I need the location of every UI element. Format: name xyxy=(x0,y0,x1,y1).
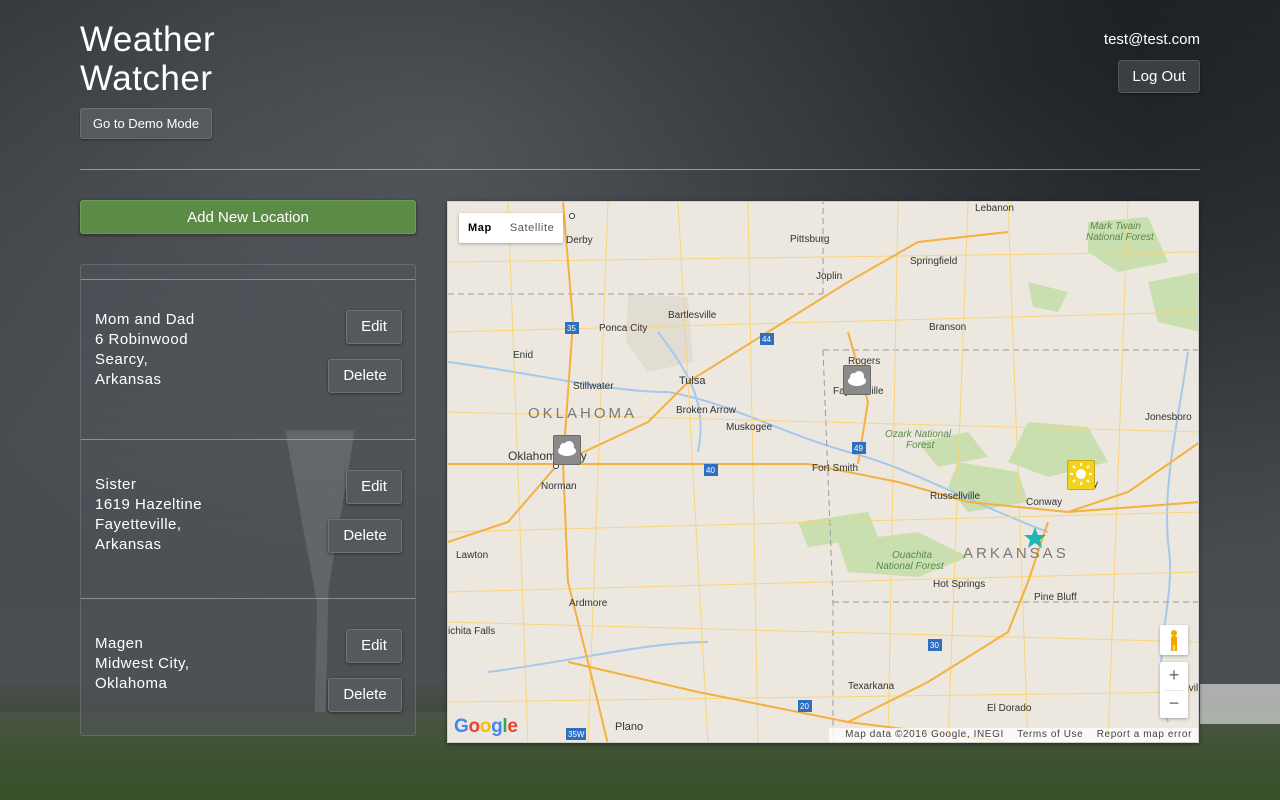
shield-20: 20 xyxy=(800,702,809,711)
svg-text:Pine Bluff: Pine Bluff xyxy=(1034,592,1077,603)
zoom-divider xyxy=(1165,690,1183,691)
location-state: Oklahoma xyxy=(95,675,168,692)
svg-text:El Dorado: El Dorado xyxy=(987,703,1032,714)
zoom-in-button[interactable]: + xyxy=(1160,662,1188,690)
app-title-line1: Weather xyxy=(80,20,216,59)
weather-marker-mom-and-dad[interactable] xyxy=(1067,460,1095,490)
highway-shields: 35 44 40 49 30 20 35W xyxy=(565,322,942,740)
svg-text:Forest: Forest xyxy=(906,440,936,451)
location-name: Mom and Dad xyxy=(95,311,195,328)
demo-mode-button[interactable]: Go to Demo Mode xyxy=(80,108,212,139)
location-item: Mom and Dad 6 Robinwood Searcy, Arkansas… xyxy=(81,280,415,439)
locations-list: Mom and Dad 6 Robinwood Searcy, Arkansas… xyxy=(80,264,416,736)
user-email: test@test.com xyxy=(1103,31,1200,48)
svg-text:Hot Springs: Hot Springs xyxy=(933,579,985,590)
edit-location-button[interactable]: Edit xyxy=(346,310,402,344)
svg-text:Pittsburg: Pittsburg xyxy=(790,234,829,245)
location-item: Magen Midwest City, Oklahoma Edit Delete xyxy=(81,598,415,735)
delete-location-button[interactable]: Delete xyxy=(328,678,402,712)
google-logo[interactable]: Google xyxy=(454,716,518,738)
svg-text:Russellville: Russellville xyxy=(930,491,980,502)
location-name: Sister xyxy=(95,476,137,493)
delete-location-button[interactable]: Delete xyxy=(328,519,402,553)
shield-40: 40 xyxy=(706,466,715,475)
forest-areas xyxy=(798,217,1198,577)
svg-text:Mark Twain: Mark Twain xyxy=(1090,221,1141,232)
svg-text:Bartlesville: Bartlesville xyxy=(668,310,717,321)
state-label-oklahoma: OKLAHOMA xyxy=(528,405,637,422)
svg-text:Ozark National: Ozark National xyxy=(885,429,952,440)
svg-text:Texarkana: Texarkana xyxy=(848,681,895,692)
svg-text:Broken Arrow: Broken Arrow xyxy=(676,405,737,416)
svg-text:Conway: Conway xyxy=(1026,497,1062,508)
svg-text:National Forest: National Forest xyxy=(876,561,945,572)
location-street: 1619 Hazeltine xyxy=(95,496,203,513)
shield-30: 30 xyxy=(930,641,939,650)
location-details: Magen Midwest City, Oklahoma xyxy=(95,634,190,694)
svg-text:Norman: Norman xyxy=(541,481,577,492)
svg-text:Branson: Branson xyxy=(929,322,966,333)
weather-marker-sister[interactable] xyxy=(843,365,871,395)
map-attribution: Map data ©2016 Google, INEGI Terms of Us… xyxy=(829,728,1198,742)
report-error-link[interactable]: Report a map error xyxy=(1097,729,1192,740)
svg-text:National Forest: National Forest xyxy=(1086,232,1155,243)
map-type-map-button[interactable]: Map xyxy=(459,213,501,243)
shield-49: 49 xyxy=(854,444,863,453)
svg-text:Ouachita: Ouachita xyxy=(892,550,932,561)
sun-icon xyxy=(1070,463,1092,485)
weather-map[interactable]: 35 44 40 49 30 20 35W OKLAHOMA ARKANSAS … xyxy=(447,201,1199,743)
shield-35: 35 xyxy=(567,324,576,333)
svg-text:Jonesboro: Jonesboro xyxy=(1145,412,1192,423)
location-details: Mom and Dad 6 Robinwood Searcy, Arkansas xyxy=(95,310,195,390)
svg-text:Tulsa: Tulsa xyxy=(679,375,706,387)
svg-text:Fort Smith: Fort Smith xyxy=(812,463,858,474)
location-state: Arkansas xyxy=(95,536,162,553)
add-location-button[interactable]: Add New Location xyxy=(80,200,416,234)
farmhouse-image xyxy=(1200,684,1280,724)
location-state: Arkansas xyxy=(95,371,162,388)
location-city: Searcy, xyxy=(95,351,149,368)
map-type-satellite-button[interactable]: Satellite xyxy=(501,213,564,243)
svg-text:Enid: Enid xyxy=(513,350,533,361)
zoom-out-button[interactable]: − xyxy=(1160,690,1188,718)
app-title-line2: Watcher xyxy=(80,59,213,98)
svg-text:Lebanon: Lebanon xyxy=(975,203,1014,214)
zoom-control: + − xyxy=(1160,662,1188,718)
weather-marker-magen[interactable] xyxy=(553,435,581,465)
cloud-icon xyxy=(848,371,866,386)
header-divider xyxy=(80,169,1200,170)
svg-text:Springfield: Springfield xyxy=(910,256,957,267)
state-label-arkansas: ARKANSAS xyxy=(963,545,1069,562)
location-name: Magen xyxy=(95,635,144,652)
svg-text:Plano: Plano xyxy=(615,721,643,733)
svg-text:Stillwater: Stillwater xyxy=(573,381,614,392)
terms-link[interactable]: Terms of Use xyxy=(1017,729,1083,740)
svg-text:ichita Falls: ichita Falls xyxy=(448,626,495,637)
location-item: Sister 1619 Hazeltine Fayetteville, Arka… xyxy=(81,439,415,599)
svg-text:Joplin: Joplin xyxy=(816,271,842,282)
location-street: 6 Robinwood xyxy=(95,331,189,348)
svg-text:Ponca City: Ponca City xyxy=(599,323,647,334)
location-city: Fayetteville, xyxy=(95,516,182,533)
svg-text:Derby: Derby xyxy=(566,235,593,246)
shield-44: 44 xyxy=(762,335,771,344)
edit-location-button[interactable]: Edit xyxy=(346,629,402,663)
map-type-control: Map Satellite xyxy=(459,213,564,243)
delete-location-button[interactable]: Delete xyxy=(328,359,402,393)
location-details: Sister 1619 Hazeltine Fayetteville, Arka… xyxy=(95,475,202,555)
svg-text:Ardmore: Ardmore xyxy=(569,598,608,609)
street-view-pegman-icon[interactable] xyxy=(1160,625,1188,655)
cloud-icon xyxy=(558,441,576,456)
edit-location-button[interactable]: Edit xyxy=(346,470,402,504)
map-data-text: Map data ©2016 Google, INEGI xyxy=(845,729,1004,740)
app-title: Weather Watcher xyxy=(80,20,215,98)
location-street: Midwest City, xyxy=(95,655,190,672)
svg-text:Muskogee: Muskogee xyxy=(726,422,773,433)
shield-35w: 35W xyxy=(568,730,585,739)
logout-button[interactable]: Log Out xyxy=(1118,60,1200,93)
svg-text:Lawton: Lawton xyxy=(456,550,488,561)
